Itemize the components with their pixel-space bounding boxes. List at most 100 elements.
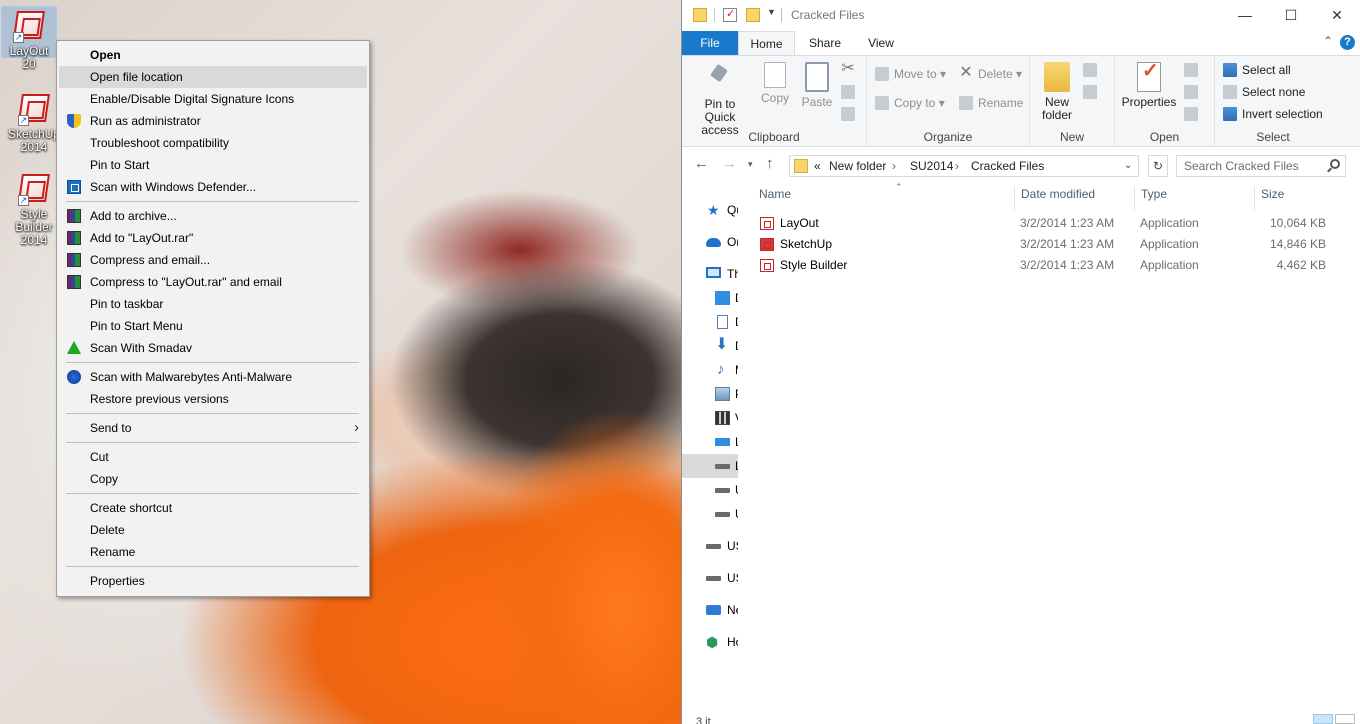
- breadcrumb-su2014[interactable]: SU2014: [910, 159, 953, 173]
- history-button[interactable]: [1183, 104, 1201, 124]
- nav-quick-access[interactable]: ★ Qu: [682, 198, 738, 222]
- nav-local-disk[interactable]: L: [682, 430, 738, 454]
- paste-button[interactable]: Paste: [799, 62, 835, 109]
- nav-usb-2[interactable]: US: [682, 566, 738, 590]
- new-item-button[interactable]: [1082, 60, 1100, 80]
- customize-quick-access-dropdown-icon[interactable]: ▼: [767, 7, 776, 17]
- minimize-button[interactable]: —: [1222, 0, 1268, 31]
- refresh-icon[interactable]: ↻: [1148, 155, 1168, 177]
- menu-item-compress-email[interactable]: Compress and email...: [57, 249, 369, 271]
- copy-to-button[interactable]: Copy to ▾: [874, 93, 945, 113]
- menu-item-scan-smadav[interactable]: Scan With Smadav: [57, 337, 369, 359]
- breadcrumb-cracked-files[interactable]: Cracked Files: [971, 159, 1044, 173]
- easy-access-button[interactable]: [1082, 82, 1100, 102]
- menu-item-send-to[interactable]: Send to ›: [57, 417, 369, 439]
- cut-button[interactable]: ✂: [840, 60, 854, 80]
- desktop-icon-sketchup[interactable]: ↗ SketchUp 2014: [6, 90, 62, 154]
- tab-view[interactable]: View: [859, 31, 903, 55]
- table-row[interactable]: SketchUp 3/2/2014 1:23 AM Application 14…: [753, 234, 1351, 255]
- collapse-ribbon-chevron-icon[interactable]: ⌃: [1323, 34, 1333, 48]
- pin-to-quick-access-button[interactable]: Pin to Quick access: [688, 62, 752, 137]
- edit-button[interactable]: [1183, 82, 1201, 102]
- rename-button[interactable]: Rename: [958, 93, 1023, 113]
- menu-item-copy[interactable]: Copy: [57, 468, 369, 490]
- table-row[interactable]: LayOut 3/2/2014 1:23 AM Application 10,0…: [753, 213, 1351, 234]
- delete-button[interactable]: ✕ Delete ▾: [958, 64, 1022, 84]
- nav-pictures[interactable]: P: [682, 382, 738, 406]
- menu-item-open[interactable]: Open: [57, 44, 369, 66]
- menu-item-properties[interactable]: Properties: [57, 570, 369, 592]
- breadcrumb-overflow[interactable]: «: [814, 159, 821, 173]
- menu-item-pin-to-start[interactable]: Pin to Start: [57, 154, 369, 176]
- nav-this-pc[interactable]: Th: [682, 262, 738, 286]
- search-input[interactable]: [1177, 156, 1317, 176]
- up-arrow-icon[interactable]: ↑: [766, 155, 774, 172]
- nav-usb-1[interactable]: US: [682, 534, 738, 558]
- menu-item-scan-defender[interactable]: Scan with Windows Defender...: [57, 176, 369, 198]
- search-icon[interactable]: [1330, 159, 1340, 169]
- close-button[interactable]: ✕: [1314, 0, 1360, 31]
- breadcrumb-new-folder[interactable]: New folder: [829, 159, 886, 173]
- column-header-size[interactable]: Size: [1255, 186, 1351, 210]
- nav-drive-selected[interactable]: L: [682, 454, 738, 478]
- menu-item-scan-malwarebytes[interactable]: Scan with Malwarebytes Anti-Malware: [57, 366, 369, 388]
- forward-arrow-icon[interactable]: →: [722, 155, 737, 172]
- tab-file[interactable]: File: [682, 31, 738, 55]
- desktop-icon-layout[interactable]: ↗ LayOut 20: [1, 6, 57, 71]
- menu-item-pin-to-taskbar[interactable]: Pin to taskbar: [57, 293, 369, 315]
- nav-music[interactable]: ♪M: [682, 358, 738, 382]
- recent-locations-chevron-icon[interactable]: ▾: [748, 159, 753, 170]
- menu-item-compress-rar-email[interactable]: Compress to "LayOut.rar" and email: [57, 271, 369, 293]
- desktop-icon-style-builder[interactable]: ↗ Style Builder 2014: [6, 170, 62, 247]
- address-input[interactable]: « New folder › SU2014 › Cracked Files ⌄: [789, 155, 1139, 177]
- tab-home[interactable]: Home: [738, 31, 795, 55]
- paste-shortcut-button[interactable]: [840, 104, 855, 124]
- invert-selection-button[interactable]: Invert selection: [1222, 104, 1323, 124]
- tab-share[interactable]: Share: [801, 31, 849, 55]
- move-to-button[interactable]: Move to ▾: [874, 64, 946, 84]
- nav-documents[interactable]: D: [682, 310, 738, 334]
- menu-item-add-to-rar[interactable]: Add to "LayOut.rar": [57, 227, 369, 249]
- nav-onedrive[interactable]: Or: [682, 230, 738, 254]
- maximize-button[interactable]: ☐: [1268, 0, 1314, 31]
- open-button[interactable]: [1183, 60, 1201, 80]
- column-header-name[interactable]: ⌃ Name: [753, 182, 1015, 210]
- nav-drive-u1[interactable]: U: [682, 478, 738, 502]
- column-header-type[interactable]: Type: [1135, 186, 1255, 210]
- copy-path-button[interactable]: [840, 82, 855, 102]
- copy-button[interactable]: Copy: [758, 62, 792, 105]
- title-bar[interactable]: ▼ Cracked Files — ☐ ✕: [682, 0, 1360, 31]
- nav-drive-u2[interactable]: U: [682, 502, 738, 526]
- menu-item-troubleshoot[interactable]: Troubleshoot compatibility: [57, 132, 369, 154]
- column-header-date[interactable]: Date modified: [1015, 186, 1135, 210]
- chevron-right-icon[interactable]: ›: [892, 159, 896, 173]
- back-arrow-icon[interactable]: ←: [694, 155, 709, 172]
- nav-network[interactable]: Ne: [682, 598, 738, 622]
- search-box[interactable]: [1176, 155, 1346, 177]
- properties-button[interactable]: Properties: [1120, 62, 1178, 109]
- select-none-button[interactable]: Select none: [1222, 82, 1305, 102]
- help-icon[interactable]: ?: [1340, 35, 1355, 50]
- menu-item-delete[interactable]: Delete: [57, 519, 369, 541]
- large-icons-view-icon[interactable]: [1335, 714, 1355, 724]
- address-dropdown-icon[interactable]: ⌄: [1124, 160, 1132, 171]
- menu-item-rename[interactable]: Rename: [57, 541, 369, 563]
- table-row[interactable]: Style Builder 3/2/2014 1:23 AM Applicati…: [753, 255, 1351, 276]
- menu-item-create-shortcut[interactable]: Create shortcut: [57, 497, 369, 519]
- new-folder-button[interactable]: New folder: [1038, 62, 1076, 122]
- select-all-button[interactable]: Select all: [1222, 60, 1291, 80]
- nav-videos[interactable]: V: [682, 406, 738, 430]
- menu-item-pin-to-start-menu[interactable]: Pin to Start Menu: [57, 315, 369, 337]
- quick-properties-icon[interactable]: [723, 7, 737, 22]
- menu-item-add-to-archive[interactable]: Add to archive...: [57, 205, 369, 227]
- nav-downloads[interactable]: ⬇D: [682, 334, 738, 358]
- menu-item-run-as-admin[interactable]: Run as administrator: [57, 110, 369, 132]
- menu-item-restore-versions[interactable]: Restore previous versions: [57, 388, 369, 410]
- menu-item-cut[interactable]: Cut: [57, 446, 369, 468]
- nav-homegroup[interactable]: ⬢ Ho: [682, 630, 738, 654]
- menu-item-open-file-location[interactable]: Open file location: [59, 66, 367, 88]
- menu-item-digital-signature[interactable]: Enable/Disable Digital Signature Icons: [57, 88, 369, 110]
- nav-desktop[interactable]: D: [682, 286, 738, 310]
- chevron-right-icon[interactable]: ›: [955, 159, 959, 173]
- details-view-icon[interactable]: [1313, 714, 1333, 724]
